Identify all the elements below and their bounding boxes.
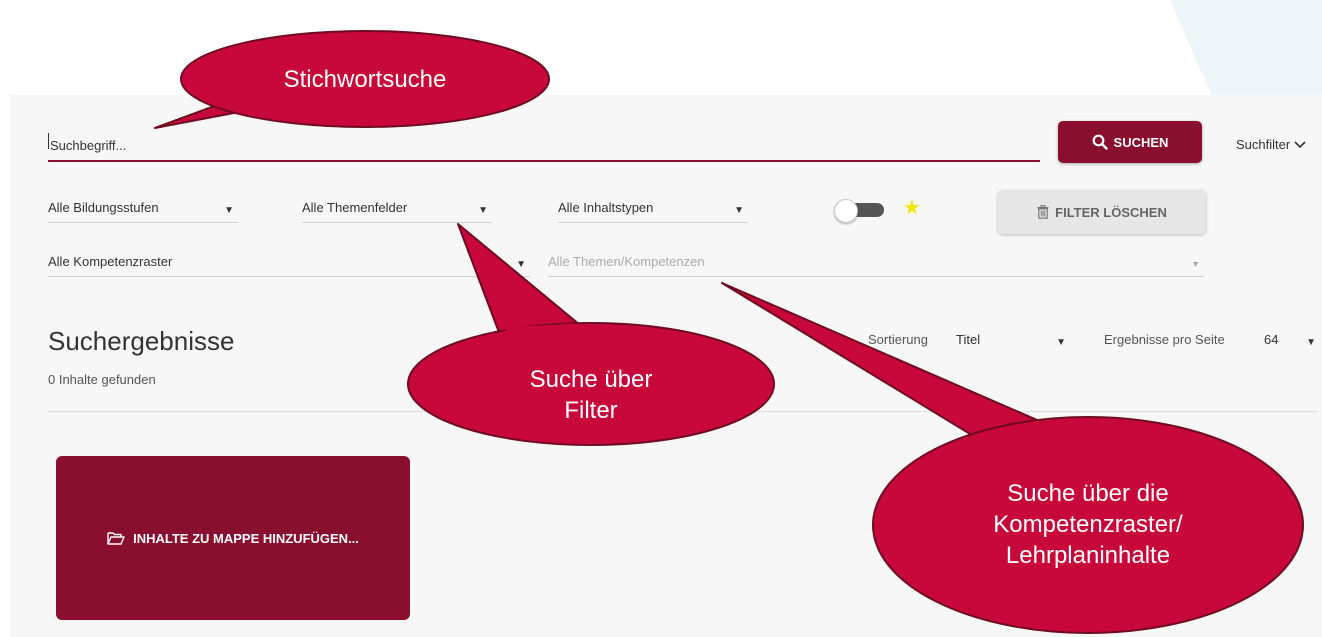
caret-down-icon: ▼ <box>1191 259 1200 269</box>
caret-down-icon: ▼ <box>478 205 488 216</box>
clear-filter-button[interactable]: FILTER LÖSCHEN <box>998 190 1206 234</box>
select-sort-value: Titel <box>956 332 981 347</box>
search-button-label: SUCHEN <box>1113 134 1169 150</box>
select-per-page-value: 64 <box>1264 332 1279 347</box>
search-button[interactable]: SUCHEN <box>1058 121 1202 163</box>
select-inhaltstypen-value: Alle Inhaltstypen <box>558 200 654 215</box>
clear-filter-label: FILTER LÖSCHEN <box>1055 204 1167 220</box>
select-themenfelder-value: Alle Themenfelder <box>302 200 408 215</box>
favorites-toggle[interactable] <box>834 199 884 223</box>
results-count: 0 Inhalte gefunden <box>48 372 156 387</box>
select-sort[interactable]: Titel ▼ <box>956 328 1070 354</box>
results-divider <box>48 411 1318 412</box>
select-themen-kompetenzen[interactable]: Alle Themen/Kompetenzen ▼ <box>548 250 1204 277</box>
per-page-label: Ergebnisse pro Seite <box>1104 332 1225 347</box>
caret-down-icon: ▼ <box>1056 337 1066 348</box>
search-icon <box>1092 134 1108 150</box>
caret-down-icon: ▼ <box>734 205 744 216</box>
search-input[interactable] <box>48 130 1040 162</box>
add-to-folder-label: INHALTE ZU MAPPE HINZUFÜGEN... <box>133 530 359 546</box>
select-inhaltstypen[interactable]: Alle Inhaltstypen ▼ <box>558 196 748 223</box>
caret-down-icon: ▼ <box>224 205 234 216</box>
chevron-down-icon <box>1294 140 1306 148</box>
select-themenfelder[interactable]: Alle Themenfelder ▼ <box>302 196 492 223</box>
star-icon[interactable]: ★ <box>903 198 921 218</box>
select-bildungsstufen[interactable]: Alle Bildungsstufen ▼ <box>48 196 238 223</box>
select-kompetenzraster-value: Alle Kompetenzraster <box>48 254 173 269</box>
select-bildungsstufen-value: Alle Bildungsstufen <box>48 200 159 215</box>
select-per-page[interactable]: 64 ▼ <box>1264 328 1320 354</box>
caret-down-icon: ▼ <box>1306 337 1316 348</box>
select-kompetenzraster[interactable]: Alle Kompetenzraster ▼ <box>48 250 530 277</box>
caret-down-icon: ▼ <box>516 259 526 270</box>
search-filter-toggle[interactable]: Suchfilter <box>1236 137 1306 152</box>
toggle-knob <box>834 199 858 223</box>
sort-label: Sortierung <box>868 332 928 347</box>
select-themen-kompetenzen-value: Alle Themen/Kompetenzen <box>548 254 705 269</box>
add-to-folder-button[interactable]: INHALTE ZU MAPPE HINZUFÜGEN... <box>56 456 410 620</box>
callout-stichwortsuche-text: Stichwortsuche <box>283 66 447 93</box>
results-title: Suchergebnisse <box>48 326 235 356</box>
folder-open-icon <box>107 532 125 545</box>
text-caret <box>48 133 49 149</box>
trash-icon <box>1037 205 1049 219</box>
search-filter-label: Suchfilter <box>1236 137 1291 152</box>
